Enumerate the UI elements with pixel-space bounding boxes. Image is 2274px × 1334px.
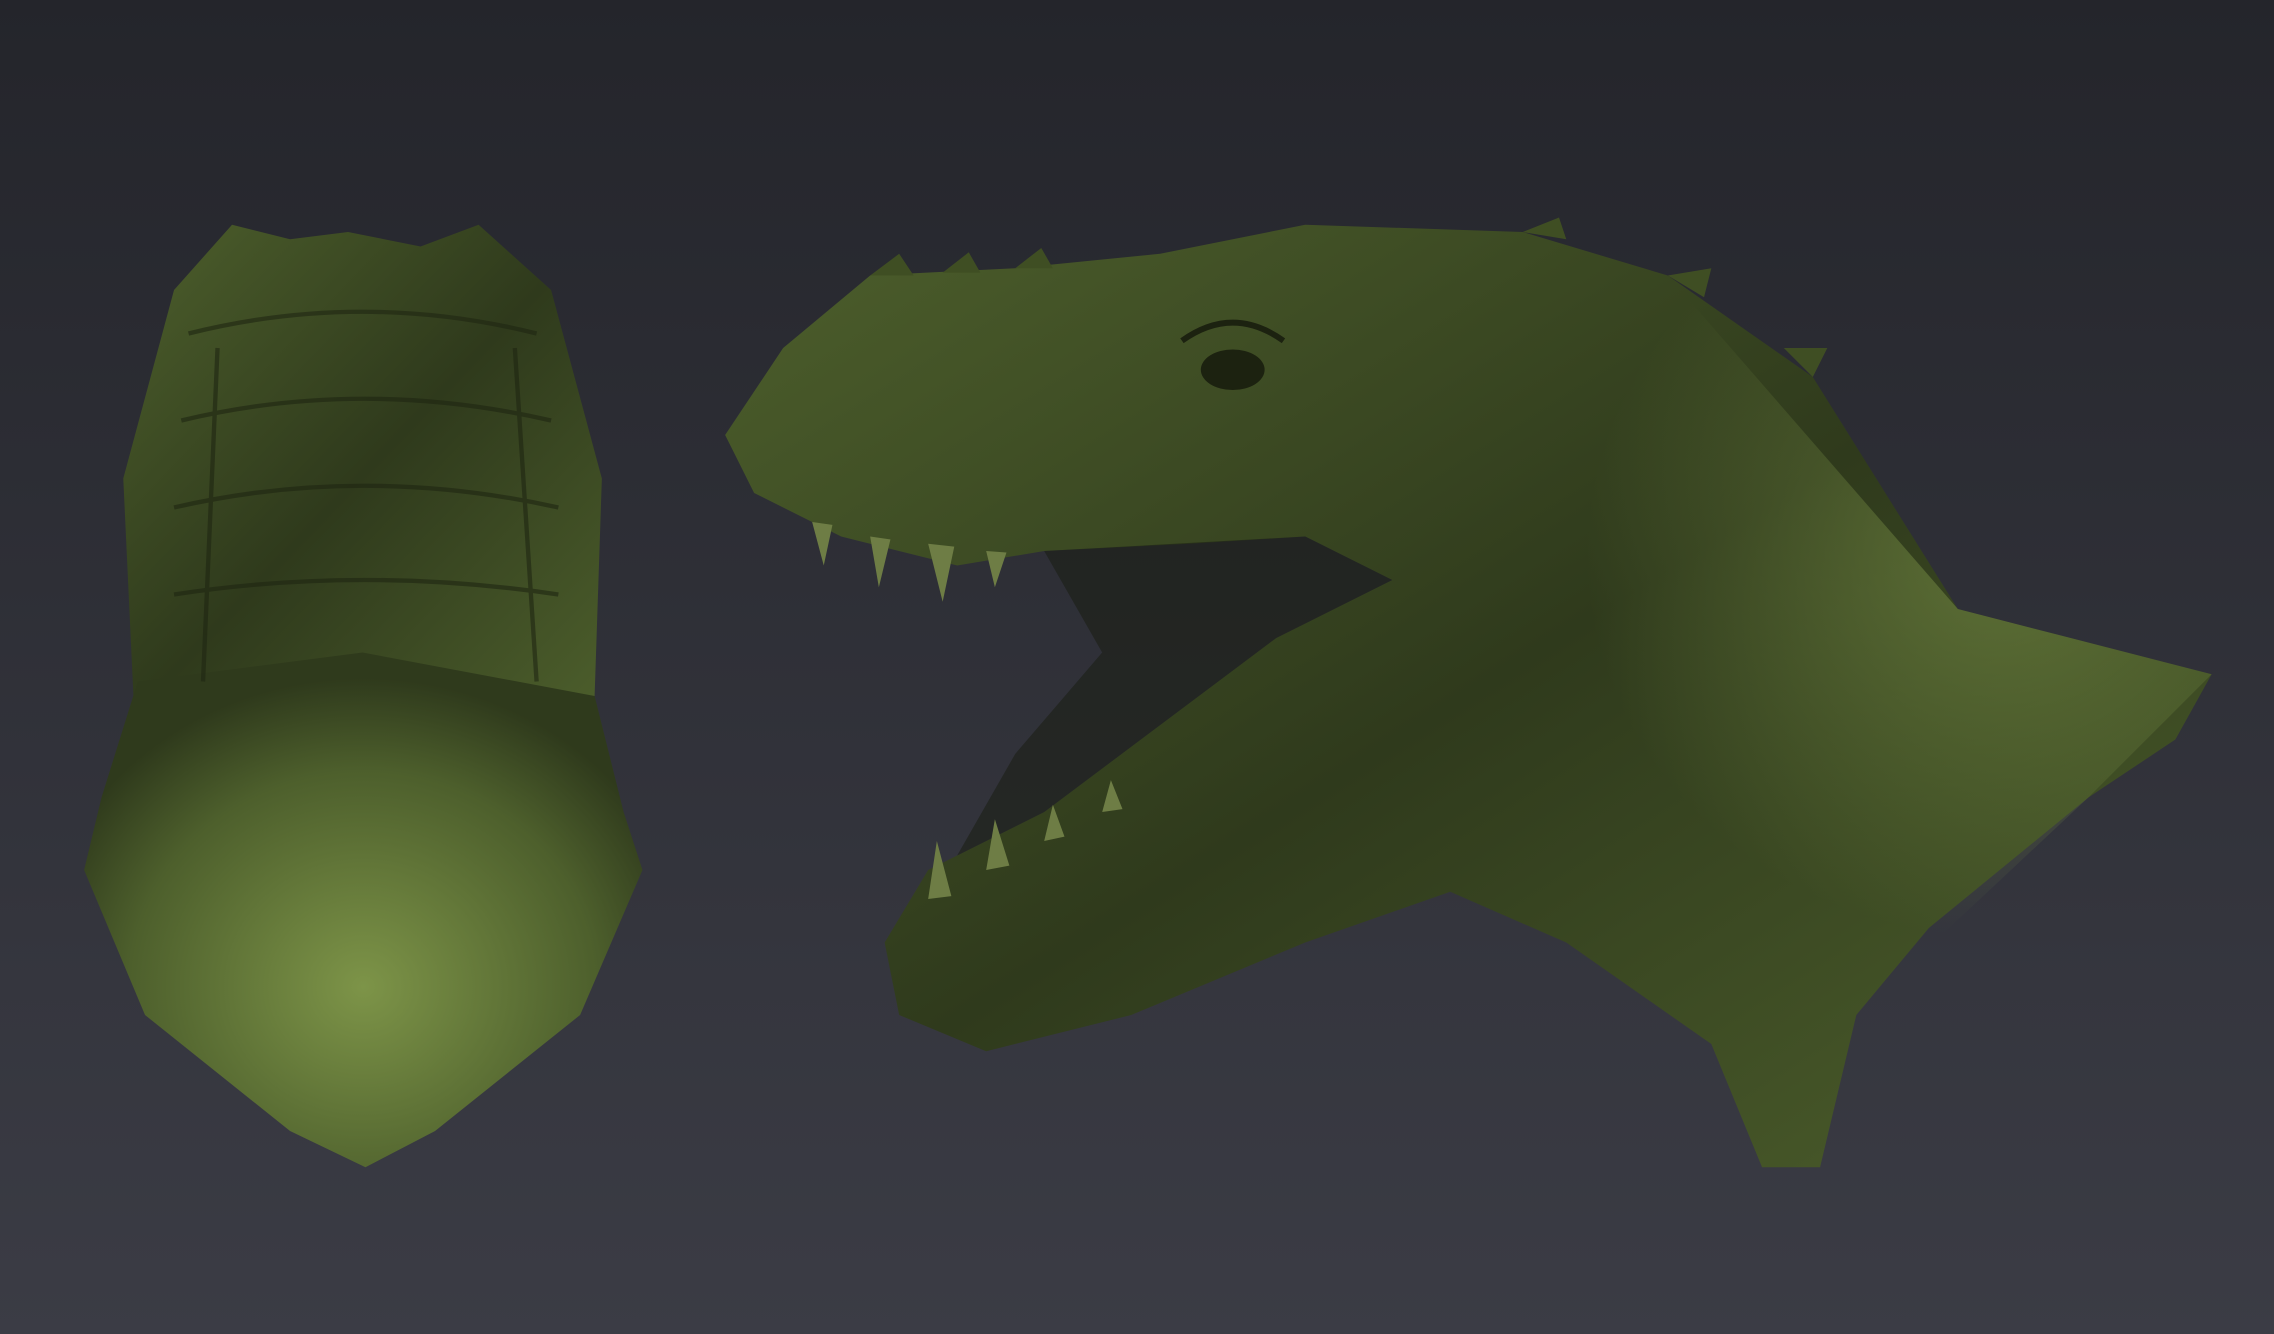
underside-neck (123, 225, 602, 725)
eye (1201, 349, 1265, 390)
render-viewport (0, 0, 2274, 1334)
dinosaur-underside-view (84, 225, 642, 1168)
